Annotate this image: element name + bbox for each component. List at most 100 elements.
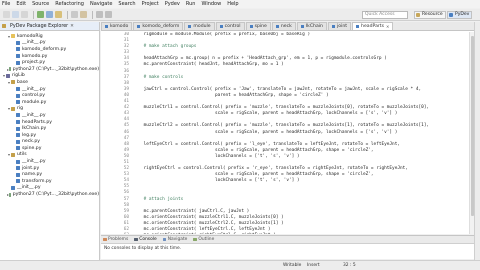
save-icon[interactable] xyxy=(12,11,19,18)
editor-tab-komodo_deform[interactable]: komodo_deform xyxy=(133,22,184,30)
console-tab-console[interactable]: Console xyxy=(134,237,157,242)
tree-item[interactable]: __init__.py xyxy=(0,40,99,47)
tree-item[interactable]: komodo_deform.py xyxy=(0,46,99,53)
package-explorer-title: PyDev Package Explorer xyxy=(10,23,69,29)
console-tab-label: Console xyxy=(139,237,157,242)
tree-item[interactable]: ▾ base xyxy=(0,79,99,86)
python-file-icon xyxy=(16,179,20,184)
tree-item[interactable]: __init__.py xyxy=(0,185,99,192)
perspective-resource-button[interactable]: Resource xyxy=(414,11,446,19)
menu-item-navigate[interactable]: Navigate xyxy=(90,1,112,7)
code-comment: # attach joints xyxy=(133,196,184,202)
editor-tab-komodo[interactable]: komodo xyxy=(101,22,133,30)
menu-item-edit[interactable]: Edit xyxy=(16,1,26,7)
editor-tab-neck[interactable]: neck xyxy=(271,22,296,30)
tree-item-label: python27 (C:\Pyt..._32bit\python.exe) xyxy=(12,66,99,72)
new-icon[interactable] xyxy=(3,11,10,18)
editor-tab-joint[interactable]: joint xyxy=(327,22,352,30)
tree-item[interactable]: ▸ python27 (C:\Pyt..._32bit\python.exe) xyxy=(0,191,99,198)
editor-tab-bar: komodo komodo_deform module control spine nec… xyxy=(101,22,474,31)
tree-item-label: rig xyxy=(17,106,24,112)
console-message: No consoles to display at this time. xyxy=(104,246,182,251)
menu-item-project[interactable]: Project xyxy=(142,1,159,7)
tree-item[interactable]: joint.py xyxy=(0,165,99,172)
tree-item[interactable]: name.py xyxy=(0,171,99,178)
tree-item[interactable]: control.py xyxy=(0,92,99,99)
package-explorer-tab[interactable]: PyDev Package Explorer ✕ xyxy=(0,22,99,31)
debug-icon[interactable] xyxy=(46,11,53,18)
editor-tab-spine[interactable]: spine xyxy=(245,22,271,30)
menu-item-help[interactable]: Help xyxy=(227,1,238,7)
python-file-icon xyxy=(219,25,223,28)
tree-item[interactable]: ▾ rigLib xyxy=(0,73,99,80)
editor-tab-module[interactable]: module xyxy=(184,22,215,30)
right-trim-stack xyxy=(474,22,480,266)
search-tool-icon[interactable] xyxy=(71,11,78,18)
menu-item-source[interactable]: Source xyxy=(32,1,49,7)
editor-tab-label: IkChain xyxy=(305,24,323,29)
menu-item-window[interactable]: Window xyxy=(201,1,221,7)
tree-item[interactable]: __init__.py xyxy=(0,86,99,93)
resource-perspective-icon xyxy=(416,13,420,17)
tree-item-label: python27 (C:\Pyt..._32bit\python.exe) xyxy=(12,192,99,198)
tree-item[interactable]: transform.py xyxy=(0,178,99,185)
python-file-icon xyxy=(16,100,20,105)
outline-icon xyxy=(193,237,197,242)
back-icon[interactable] xyxy=(96,11,103,18)
code-area[interactable]: 30 rigmodule = module.Module( prefix = p… xyxy=(101,32,474,234)
print-icon[interactable] xyxy=(21,11,28,18)
tree-item[interactable]: neck.py xyxy=(0,139,99,146)
close-icon[interactable]: ✕ xyxy=(70,24,74,29)
toolbar-separator xyxy=(67,10,68,19)
close-icon[interactable]: ✕ xyxy=(386,24,389,29)
console-tab-outline[interactable]: Outline xyxy=(193,237,214,242)
tree-item[interactable]: leg.py xyxy=(0,132,99,139)
console-tab-bar: Problems Console Navigate Outline xyxy=(101,236,474,244)
tree-item[interactable]: spine.py xyxy=(0,145,99,152)
tree-item-label: neck.py xyxy=(22,139,41,145)
forward-icon[interactable] xyxy=(105,11,112,18)
tree-item[interactable]: ▾ utils xyxy=(0,152,99,159)
console-tab-problems[interactable]: Problems xyxy=(103,237,128,242)
editor-tab-control[interactable]: control xyxy=(215,22,245,30)
tree-item[interactable]: module.py xyxy=(0,99,99,106)
python-file-icon xyxy=(16,93,20,98)
tree-item[interactable]: headParts.py xyxy=(0,119,99,126)
editor-tab-label: headParts xyxy=(361,24,384,29)
external-tools-icon[interactable] xyxy=(55,11,62,18)
run-icon[interactable] xyxy=(37,11,44,18)
menu-item-pydev[interactable]: Pydev xyxy=(165,1,180,7)
editor-tab-label: komodo xyxy=(110,24,129,29)
tree-item-label: komodoRig xyxy=(17,33,43,39)
editor-tab-headparts[interactable]: headParts ✕ xyxy=(352,22,394,30)
tree-item-label: rigLib xyxy=(12,73,25,79)
tree-item[interactable]: __init__.py xyxy=(0,158,99,165)
status-bar: Writable Insert 32 : 5 xyxy=(0,260,480,270)
python-file-icon xyxy=(16,172,20,177)
tree-item[interactable]: IkChain.py xyxy=(0,125,99,132)
tree-item[interactable]: ▸ python27 (C:\Pyt..._32bit\python.exe) xyxy=(0,66,99,73)
perspective-pydev-button[interactable]: PyDev xyxy=(447,11,473,19)
menu-item-file[interactable]: File xyxy=(2,1,10,7)
python-file-icon xyxy=(188,25,192,28)
code-comment: # make attach groups xyxy=(133,44,197,50)
tree-item-label: base xyxy=(17,79,28,85)
editor-tab-label: joint xyxy=(336,24,348,29)
tree-item[interactable]: project.py xyxy=(0,59,99,66)
tree-item-label: name.py xyxy=(22,172,43,178)
tree-item[interactable]: ▾ rig xyxy=(0,106,99,113)
open-type-icon[interactable] xyxy=(80,11,87,18)
editor-tab-ikchain[interactable]: IkChain xyxy=(296,22,327,30)
quick-access-input[interactable]: Quick Access xyxy=(362,11,408,19)
menu-item-refactoring[interactable]: Refactoring xyxy=(55,1,84,7)
toolbar-separator xyxy=(92,10,93,19)
tree-item[interactable]: __init__.py xyxy=(0,112,99,119)
tree-item[interactable]: komodo.py xyxy=(0,53,99,60)
menu-item-search[interactable]: Search xyxy=(118,1,135,7)
menu-item-run[interactable]: Run xyxy=(186,1,196,7)
console-tab-navigate[interactable]: Navigate xyxy=(162,237,187,242)
python-file-icon xyxy=(16,47,20,52)
code-text: lockChannels = ['t', 's', 'v'] ) xyxy=(133,153,300,159)
tree-item[interactable]: ▾ komodoRig xyxy=(0,33,99,40)
code-text: mc.parentConstraint( headJnt, headAttach… xyxy=(133,62,284,68)
